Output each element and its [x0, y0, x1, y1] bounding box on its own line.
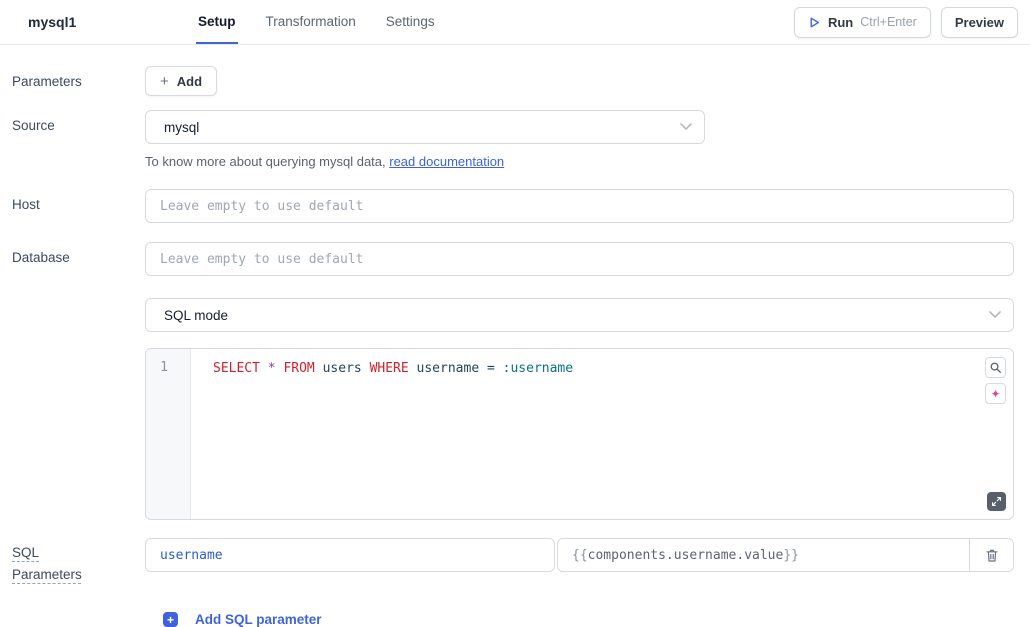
database-input[interactable]: [145, 242, 1014, 276]
parameter-value-body: components.username.value: [588, 548, 784, 563]
expand-arrows-glyph: [991, 496, 1002, 507]
tab-bar: Setup Transformation Settings: [196, 0, 437, 44]
play-icon: [808, 16, 821, 29]
magnifier-glyph: [989, 361, 1002, 374]
expand-editor-icon[interactable]: [987, 492, 1006, 511]
code-token: username: [409, 361, 487, 376]
code-token: WHERE: [370, 361, 409, 376]
parameter-key-value: username: [160, 548, 223, 563]
delete-parameter-button[interactable]: [969, 539, 1013, 571]
open-braces: {{: [572, 548, 588, 563]
add-sql-parameter-button[interactable]: + Add SQL parameter: [163, 612, 322, 627]
sql-parameters-label: SQL Parameters: [12, 538, 145, 586]
database-label: Database: [12, 242, 145, 276]
host-row: Host: [12, 189, 1014, 223]
plus-glyph: +: [167, 614, 174, 626]
search-icon[interactable]: [985, 357, 1006, 378]
ai-sparkle-icon[interactable]: ✦: [985, 383, 1006, 404]
helper-prefix: To know more about querying mysql data,: [145, 154, 389, 169]
source-label: Source: [12, 110, 145, 171]
plus-square-icon: +: [163, 612, 178, 627]
plus-icon: +: [160, 74, 169, 89]
chevron-down-icon: [989, 311, 1001, 319]
chevron-down-icon: [680, 123, 692, 131]
source-selected-value: mysql: [164, 120, 199, 135]
editor-row: 1 SELECT * FROM users WHERE username = :…: [12, 348, 1014, 520]
parameters-row: Parameters + Add: [12, 66, 1014, 96]
run-shortcut: Ctrl+Enter: [860, 15, 917, 29]
parameter-key-input[interactable]: username: [145, 538, 555, 572]
code-line: SELECT * FROM users WHERE username = :us…: [213, 360, 1013, 378]
query-title: mysql1: [28, 0, 196, 44]
database-row: Database: [12, 242, 1014, 276]
tab-settings[interactable]: Settings: [384, 0, 437, 44]
code-token: FROM: [283, 361, 314, 376]
parameter-value-input[interactable]: {{components.username.value}}: [558, 539, 969, 571]
add-sql-parameter-label: Add SQL parameter: [195, 612, 322, 627]
sql-parameter-item: username {{components.username.value}}: [145, 538, 1014, 572]
parameters-label: Parameters: [12, 66, 145, 96]
close-braces: }}: [783, 548, 799, 563]
host-label: Host: [12, 189, 145, 223]
editor-gutter: 1: [146, 349, 191, 519]
source-select[interactable]: mysql: [145, 110, 705, 144]
sql-mode-select[interactable]: SQL mode: [145, 298, 1014, 332]
source-helper-text: To know more about querying mysql data, …: [145, 153, 1014, 171]
header-actions: Run Ctrl+Enter Preview: [794, 0, 1018, 44]
code-token: SELECT: [213, 361, 260, 376]
sql-editor[interactable]: 1 SELECT * FROM users WHERE username = :…: [145, 348, 1014, 520]
trash-icon: [985, 548, 999, 563]
sparkle-glyph: ✦: [990, 388, 1000, 400]
add-parameter-button[interactable]: + Add: [145, 66, 217, 96]
tab-transformation[interactable]: Transformation: [264, 0, 358, 44]
sql-mode-row: SQL mode: [12, 298, 1014, 332]
code-area[interactable]: SELECT * FROM users WHERE username = :us…: [191, 349, 1013, 519]
read-documentation-link[interactable]: read documentation: [389, 154, 504, 169]
preview-button[interactable]: Preview: [941, 7, 1018, 38]
sql-parameters-row: SQL Parameters username {{components.use…: [12, 538, 1014, 586]
parameter-value-group: {{components.username.value}}: [557, 538, 1014, 572]
code-token: users: [315, 361, 370, 376]
run-label: Run: [828, 15, 853, 30]
code-token: [260, 361, 268, 376]
sql-mode-spacer: [12, 298, 145, 332]
topbar: mysql1 Setup Transformation Settings Run…: [0, 0, 1030, 45]
code-token: *: [268, 361, 276, 376]
add-parameter-label: Add: [177, 74, 202, 89]
setup-form: Parameters + Add Source mysql To know: [0, 45, 1030, 627]
run-button[interactable]: Run Ctrl+Enter: [794, 7, 931, 38]
sql-mode-selected-value: SQL mode: [164, 308, 228, 323]
host-input[interactable]: [145, 189, 1014, 223]
add-sql-parameter-row: + Add SQL parameter: [12, 604, 1014, 627]
tab-setup[interactable]: Setup: [196, 0, 238, 44]
editor-spacer: [12, 348, 145, 520]
code-token: =: [487, 361, 503, 376]
query-editor-panel: mysql1 Setup Transformation Settings Run…: [0, 0, 1030, 627]
add-sql-parameter-spacer: [12, 604, 145, 627]
line-number: 1: [146, 360, 190, 375]
code-token: :username: [503, 361, 573, 376]
source-row: Source mysql To know more about querying…: [12, 110, 1014, 171]
